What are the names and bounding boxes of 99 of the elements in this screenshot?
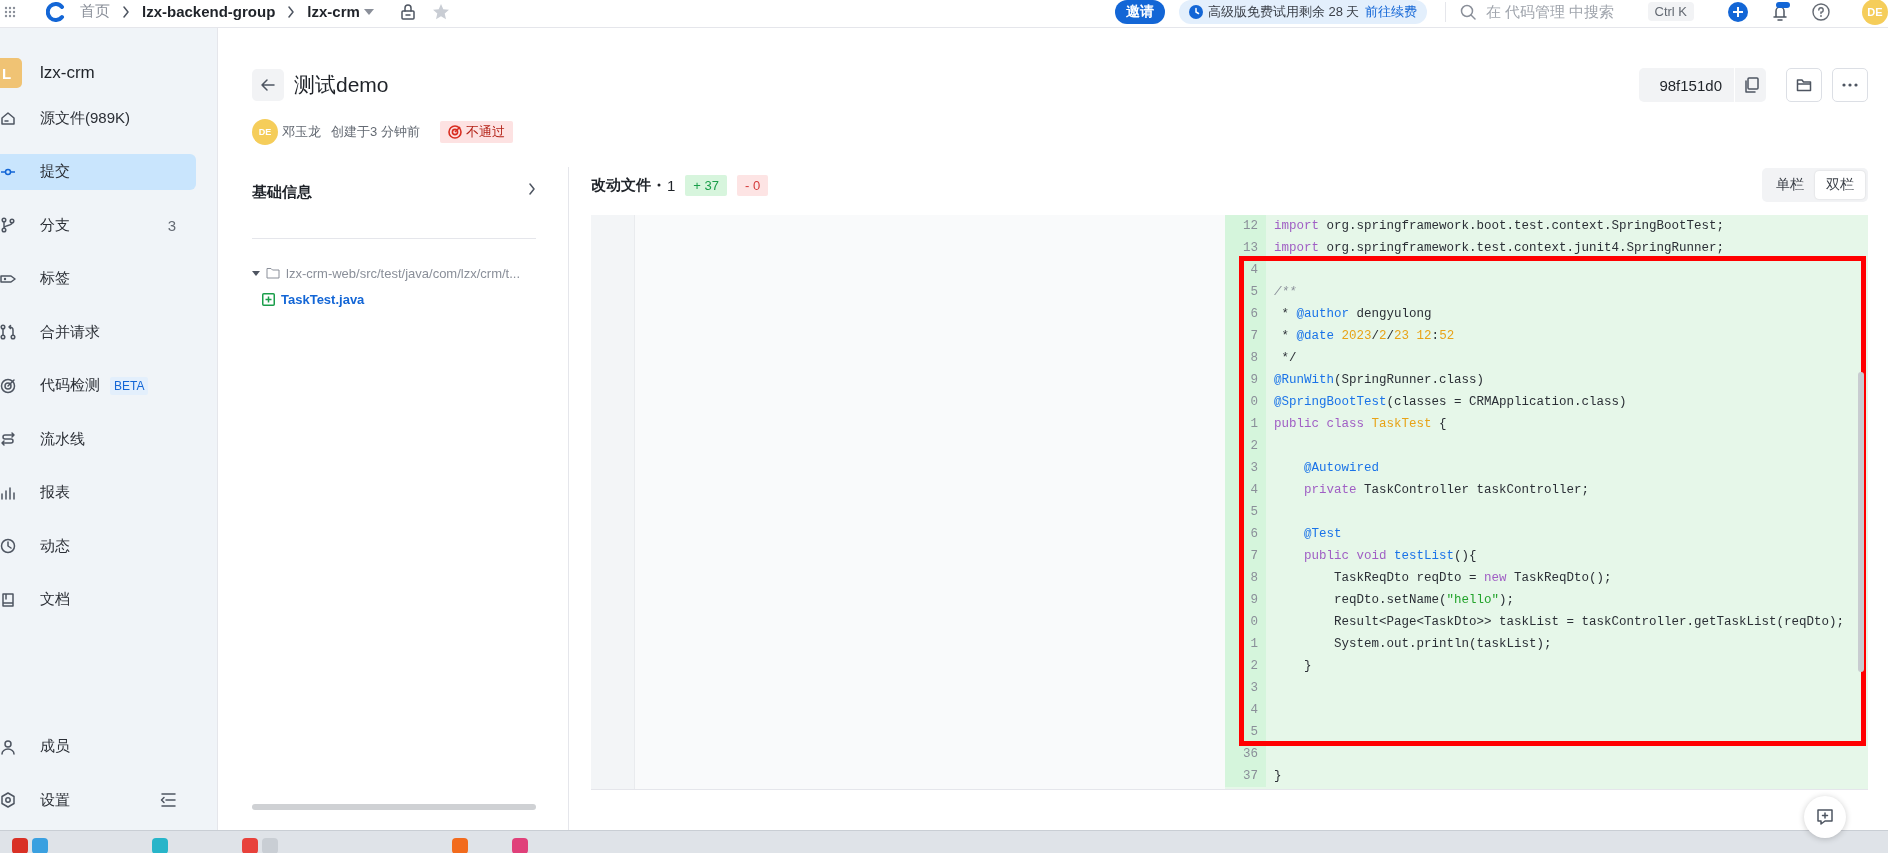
nav-item[interactable]: 分支 3 [0,207,196,243]
help-icon[interactable] [1812,2,1830,21]
dot-icon [657,183,661,187]
commit-title: 测试demo [294,72,389,98]
nav-item[interactable]: 设置 [0,782,196,818]
trial-text: 高级版免费试用剩余 28 天 [1207,2,1360,21]
nav-item[interactable]: 成员 [0,728,196,765]
invite-button[interactable]: 邀请 [1114,0,1165,24]
logo-icon[interactable] [46,1,66,22]
project-dropdown[interactable]: lzx-crm [307,3,374,20]
search-field[interactable]: 在 代码管理 中搜索 [1459,3,1640,20]
merge-icon [0,324,16,340]
scrollbar[interactable] [1858,372,1864,672]
plus-icon[interactable] [1728,1,1748,22]
shortcut-key: Ctrl K [1647,2,1694,21]
code-line: @SpringBootTest(classes = CRMApplication.class) [1273,395,1628,409]
pipeline-icon [0,431,16,447]
house-icon [0,110,16,126]
code-line: public class TaskTest { [1273,417,1448,431]
section-title: 基础信息 [252,183,312,202]
more-button[interactable] [1832,68,1868,102]
target-icon [0,377,16,394]
nav-item[interactable]: 源文件(989K) [0,100,196,136]
chevron-right-icon[interactable] [528,183,536,195]
code-line: */ [1280,351,1298,365]
folder-icon [1796,77,1812,93]
file-count: 1 [667,176,676,194]
project-avatar: L [0,58,22,88]
code-line: private TaskController taskController; [1303,483,1591,497]
clock-icon [1188,4,1203,19]
renew-link[interactable]: 前往续费 [1364,2,1417,21]
line-number: 37 [1225,765,1266,787]
settings-icon [0,792,16,808]
target-icon [447,125,462,139]
code-line: public void testList(){ [1303,549,1478,563]
nav-item[interactable]: 提交 [0,153,196,190]
nav-item[interactable]: 报表 [0,474,196,511]
code-line: Result<Page<TaskDto>> taskList = taskController.getTaskList(reqDto); [1333,615,1846,629]
code-line: System.out.println(taskList); [1333,637,1553,651]
deletions-badge: - 0 [737,174,769,196]
code-line: import org.springframework.boot.test.context.SpringBootTest; [1273,219,1726,233]
more-icon [1842,83,1858,87]
book-icon [0,591,16,608]
collapse-icon[interactable] [160,793,176,807]
branch-icon [0,217,16,233]
star-icon[interactable] [431,2,450,21]
scrollbar[interactable] [252,804,536,810]
search-icon [1459,3,1476,20]
item-count: 3 [167,216,176,234]
lock-icon[interactable] [399,3,416,20]
author-name: 邓玉龙 [282,123,321,141]
view-toggle[interactable]: 单栏 [1765,171,1815,199]
nav-item[interactable]: 合并请求 [0,314,196,350]
folder-button[interactable] [1786,68,1822,102]
code-line: } [1273,769,1283,783]
code-line: } [1303,659,1313,673]
status-badge: 不通过 [439,121,513,143]
arrow-left-icon [260,77,276,93]
comment-icon [1816,808,1834,826]
copy-icon [1742,77,1759,93]
code-line: @Autowired [1303,461,1381,475]
code-line: TaskReqDto reqDto = new TaskReqDto(); [1333,571,1613,585]
bell-icon[interactable] [1770,1,1790,22]
code-line: import org.springframework.test.context.junit4.SpringRunner; [1273,241,1726,255]
additions-badge: + 37 [685,174,727,196]
folder-icon [266,267,280,279]
clock-icon [0,538,16,554]
breadcrumb-link[interactable]: lzx-backend-group [142,3,276,20]
person-icon [0,738,16,755]
back-button[interactable] [252,69,284,101]
author-avatar: DE [252,119,278,145]
created-time: 创建于3 分钟前 [331,123,420,141]
nav-item[interactable]: 流水线 [0,421,196,457]
tree-item[interactable]: TaskTest.java [262,287,536,311]
line-number: 13 [1225,237,1266,259]
bar-chart-icon [0,484,16,501]
code-line: @RunWith(SpringRunner.class) [1273,373,1486,387]
code-line: /** [1273,285,1298,299]
nav-item[interactable]: 标签 [0,260,196,297]
section-title: 改动文件 [591,175,651,195]
code-line: * @author dengyulong [1280,307,1433,321]
caret-icon [363,8,374,15]
code-line: reqDto.setName("hello"); [1333,593,1516,607]
apps-icon[interactable] [4,5,16,18]
nav-item[interactable]: 动态 [0,528,196,564]
view-toggle[interactable]: 双栏 [1815,171,1865,199]
beta-badge: BETA [110,376,149,395]
commit-hash: 98f151d0 [1639,68,1734,102]
copy-button[interactable] [1734,68,1766,102]
nav-item[interactable]: 代码检测 BETA [0,367,196,404]
project-name: lzx-crm [40,63,95,83]
line-number: 12 [1225,215,1266,237]
chevron-icon [122,5,130,18]
plus-square-icon [262,292,275,306]
chevron-icon [287,5,296,18]
nav-item[interactable]: 文档 [0,581,196,618]
comment-button[interactable] [1804,796,1846,838]
code-line: @Test [1303,527,1343,541]
code-line: * @date 2023/2/23 12:52 [1280,329,1456,343]
